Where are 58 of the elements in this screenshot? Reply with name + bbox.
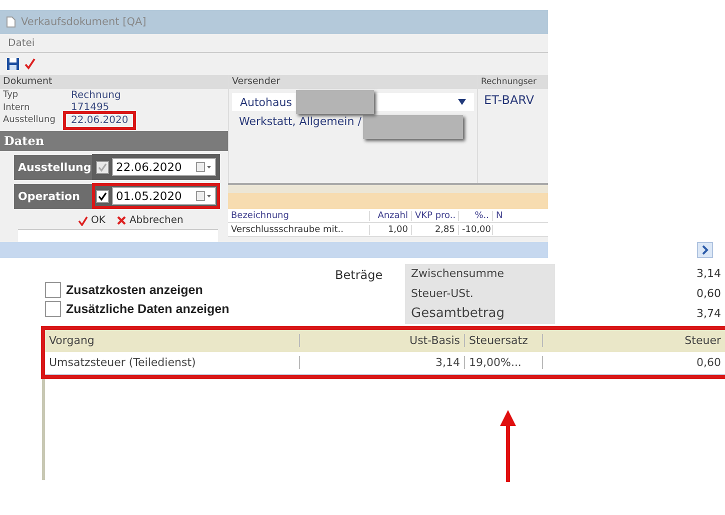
column-header[interactable]: Vorgang [45, 334, 300, 347]
total-value: 0,60 [696, 287, 721, 300]
section-header: Dokument [0, 75, 228, 89]
column-header[interactable]: %.. [459, 210, 493, 220]
calendar-dropdown-icon[interactable] [196, 191, 212, 201]
total-label: Gesamtbetrag [410, 306, 504, 321]
table-cell: Verschlussschraube mit.. [228, 224, 370, 234]
field-value: Rechnung [70, 90, 122, 101]
column-header[interactable]: Bezeichnung [228, 210, 370, 220]
field-label: Ausstellung [3, 115, 56, 126]
column-header[interactable]: Anzahl [370, 210, 412, 220]
date-field[interactable]: 01.05.2020 [112, 187, 216, 205]
total-label: Zwischensumme [410, 267, 504, 280]
checkbox[interactable] [45, 282, 61, 298]
field-label: Typ [3, 90, 20, 100]
table-cell-text: 0,60 [696, 356, 722, 369]
checkbox-label[interactable]: Zusätzliche Daten anzeigen [66, 302, 230, 316]
window-title: Verkaufsdokument [QA] [21, 16, 146, 28]
column-header[interactable]: Ust-Basis [300, 334, 465, 347]
checkmark-icon [78, 216, 88, 226]
table-cell: 3,14 [300, 356, 465, 369]
table-cell: 2,85 [412, 224, 459, 234]
checkbox-label[interactable]: Zusatzkosten anzeigen [66, 282, 203, 296]
column-header[interactable]: Steuer [543, 334, 725, 347]
chevron-right-icon [701, 244, 709, 254]
table-cell: 1,00 [370, 224, 412, 234]
cross-icon [117, 216, 126, 225]
scroll-right-button[interactable] [697, 242, 713, 258]
total-label: Steuer-USt. [410, 287, 474, 300]
totals-label: Beträge [335, 266, 384, 284]
checkbox[interactable] [45, 300, 61, 316]
annotation-arrow [500, 410, 516, 482]
checkbox[interactable] [96, 190, 109, 202]
table-cell: -10,00 [459, 224, 493, 234]
document-icon [6, 16, 16, 28]
section-header: Rechnungser [478, 75, 548, 89]
menu-item[interactable]: Datei [8, 38, 35, 48]
field-label: Intern [3, 102, 31, 113]
table-cell: 19,00%... [465, 356, 543, 369]
table-cell: Umsatzsteuer (Teiledienst) [45, 356, 300, 369]
cancel-button[interactable]: Abbrechen [117, 215, 184, 226]
popup-title: Daten [0, 130, 228, 150]
contact-text: Werkstatt, Allgemein / [239, 115, 362, 128]
total-value: 3,74 [696, 307, 721, 320]
column-header[interactable]: N [493, 210, 513, 220]
ok-button[interactable]: OK [78, 215, 106, 226]
save-icon[interactable] [6, 57, 20, 71]
section-header: Versender [229, 75, 477, 89]
date-label: Ausstellung [17, 160, 92, 174]
dropdown-arrow-icon[interactable] [458, 99, 466, 105]
field-value: ET-BARV [483, 92, 536, 109]
checkmark-icon[interactable] [24, 58, 36, 70]
sender-dropdown[interactable]: Autohaus [232, 93, 474, 111]
total-value: 3,14 [696, 267, 721, 280]
date-label: Operation [17, 190, 81, 202]
field-value: 171495 [70, 102, 110, 114]
column-header[interactable]: Steuersatz [465, 334, 543, 347]
column-header[interactable]: VKP pro.. [412, 210, 459, 220]
